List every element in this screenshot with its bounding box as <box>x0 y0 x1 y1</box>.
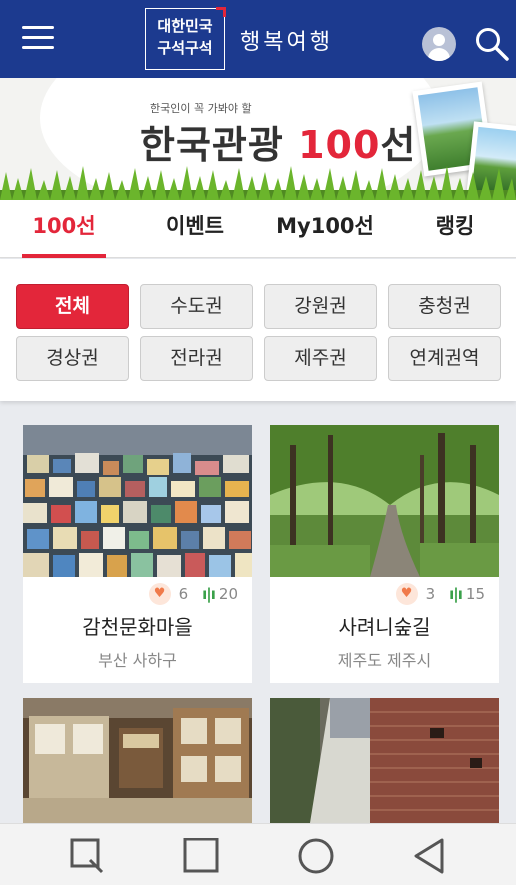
view-count: 15 <box>465 585 485 603</box>
place-name: 감천문화마을 <box>82 615 193 639</box>
place-image <box>23 425 252 577</box>
place-card[interactable] <box>270 698 499 823</box>
main-tabs: 100선 이벤트 My100선 랭킹 <box>0 200 516 258</box>
region-jeolla-button[interactable]: 전라권 <box>140 336 253 381</box>
tab-100[interactable]: 100선 <box>22 200 106 258</box>
grass-decoration <box>0 166 516 200</box>
place-card[interactable]: ♥ 3 ı|ı 15 사려니숲길 제주도 제주시 <box>270 425 499 683</box>
korea-logo[interactable]: 대한민국 구석구석 <box>145 7 226 70</box>
back-triangle-icon[interactable] <box>410 838 450 874</box>
logo-corner-mark <box>216 7 226 17</box>
banner-title: 한국관광 100선 <box>140 123 417 167</box>
system-navbar <box>0 823 516 885</box>
region-chungcheong-button[interactable]: 충청권 <box>388 284 501 329</box>
place-card[interactable] <box>23 698 252 823</box>
card-stats: ♥ 3 ı|ı 15 <box>395 583 485 605</box>
place-name: 사려니숲길 <box>338 615 431 639</box>
place-image <box>270 698 499 823</box>
region-all-button[interactable]: 전체 <box>16 284 129 329</box>
logo-line-2: 구석구석 <box>157 39 213 57</box>
tab-event[interactable]: 이벤트 <box>150 200 240 258</box>
like-count: 6 <box>178 585 189 603</box>
place-location: 제주도 제주시 <box>337 651 432 670</box>
search-icon[interactable] <box>474 26 510 62</box>
app-header: 대한민국 구석구석 행복여행 <box>0 0 516 78</box>
card-stats: ♥ 6 ı|ı 20 <box>148 583 238 605</box>
home-circle-icon[interactable] <box>296 838 336 874</box>
brand-title: 행복여행 <box>240 30 333 55</box>
place-location: 부산 사하구 <box>98 651 177 670</box>
place-image <box>270 425 499 577</box>
views-bar-icon: ı|ı <box>449 585 463 603</box>
views-bar-icon: ı|ı <box>202 585 216 603</box>
tab-ranking[interactable]: 랭킹 <box>420 200 490 258</box>
menu-icon[interactable] <box>22 26 54 52</box>
place-image <box>23 698 252 823</box>
tab-my100[interactable]: My100선 <box>270 200 380 258</box>
like-count: 3 <box>425 585 436 603</box>
region-jeju-button[interactable]: 제주권 <box>264 336 377 381</box>
region-gangwon-button[interactable]: 강원권 <box>264 284 377 329</box>
place-card[interactable]: ♥ 6 ı|ı 20 감천문화마을 부산 사하구 <box>23 425 252 683</box>
region-filter: 전체 수도권 강원권 충청권 경상권 전라권 제주권 연계권역 <box>0 259 516 401</box>
heart-icon[interactable]: ♥ <box>395 583 418 605</box>
home-square-icon[interactable] <box>182 837 222 874</box>
top-banner[interactable]: 한국인이 꼭 가봐야 할 한국관광 100선 <box>0 78 516 200</box>
region-gyeongsang-button[interactable]: 경상권 <box>16 336 129 381</box>
view-count: 20 <box>218 585 238 603</box>
avatar-icon[interactable] <box>422 27 456 61</box>
recents-square-icon[interactable] <box>68 838 108 874</box>
logo-line-1: 대한민국 <box>157 17 213 35</box>
region-linked-button[interactable]: 연계권역 <box>388 336 501 381</box>
region-capital-button[interactable]: 수도권 <box>140 284 253 329</box>
heart-icon[interactable]: ♥ <box>148 583 171 605</box>
